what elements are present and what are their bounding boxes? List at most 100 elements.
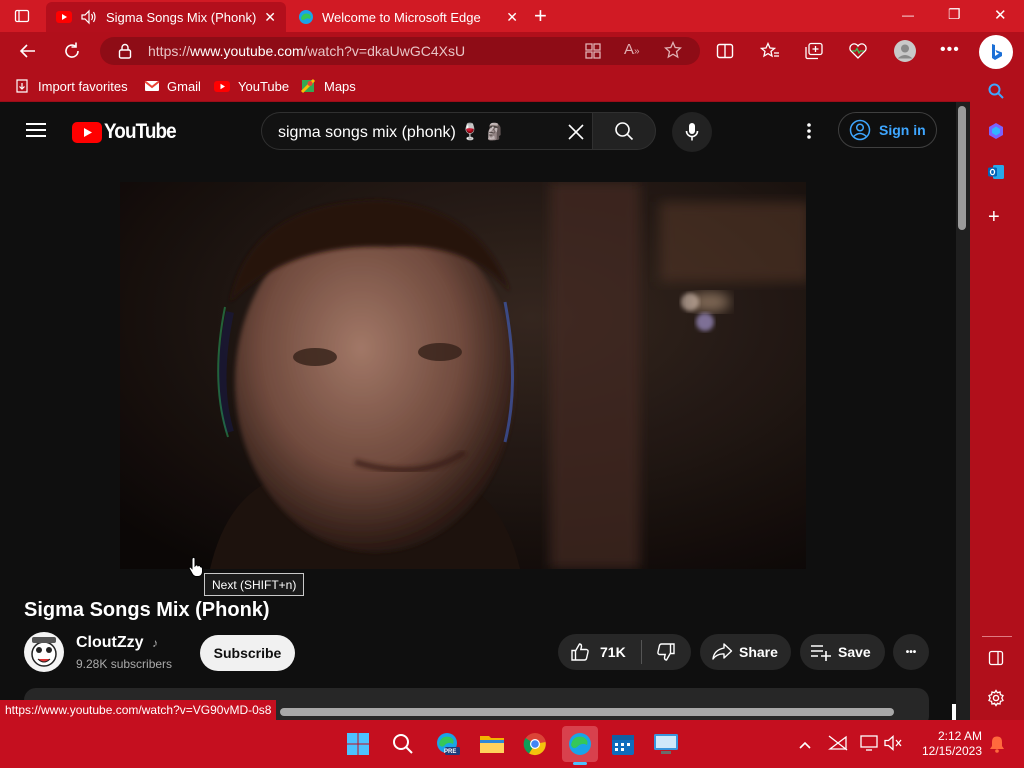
lock-icon[interactable] <box>118 43 132 64</box>
close-window-button[interactable]: ✕ <box>994 6 1007 24</box>
sidebar-add-icon[interactable]: + <box>988 206 1000 229</box>
share-arrow-icon <box>711 642 733 662</box>
clock-date: 12/15/2023 <box>921 744 982 758</box>
calendar-icon[interactable] <box>607 728 639 760</box>
voice-search-button[interactable] <box>672 112 712 152</box>
edge-beta-badge: PRE <box>444 749 457 755</box>
url-prefix: https:// <box>148 43 191 59</box>
favorite-label: YouTube <box>238 78 290 94</box>
chrome-icon[interactable] <box>519 728 551 760</box>
youtube-logo-text: YouTube <box>104 120 177 143</box>
search-box[interactable]: sigma songs mix (phonk) 🍷 🗿 <box>261 112 593 150</box>
search-input[interactable]: sigma songs mix (phonk) 🍷 🗿 <box>278 122 505 142</box>
sidebar-copilot-icon[interactable] <box>987 122 1005 145</box>
url-text[interactable]: https://www.youtube.com/watch?v=dkaUwGC4… <box>148 43 465 59</box>
channel-name-text: CloutZzy <box>76 634 144 651</box>
horizontal-scrollbar[interactable] <box>280 708 894 716</box>
sidebar-divider <box>982 636 1012 637</box>
remote-desktop-icon[interactable] <box>650 728 682 760</box>
like-count: 71K <box>600 644 626 660</box>
music-note-icon: ♪ <box>152 636 158 650</box>
gmail-icon <box>144 78 160 94</box>
more-actions-button[interactable]: ••• <box>893 634 929 670</box>
network-offline-icon[interactable] <box>828 735 848 756</box>
maps-icon <box>300 78 316 94</box>
share-button[interactable]: Share <box>700 634 791 670</box>
file-explorer-icon[interactable] <box>476 728 508 760</box>
collections-icon[interactable] <box>804 42 824 65</box>
split-screen-icon[interactable] <box>716 42 734 65</box>
dislike-button[interactable] <box>642 634 690 670</box>
favorite-star-icon[interactable] <box>663 40 683 64</box>
favorite-youtube[interactable]: YouTube <box>214 76 289 96</box>
restore-button[interactable]: ❐ <box>948 6 961 23</box>
close-tab-icon[interactable]: ✕ <box>506 9 518 26</box>
back-arrow-icon[interactable] <box>18 41 38 66</box>
channel-name[interactable]: CloutZzy ♪ <box>76 634 158 652</box>
tab-sigma-songs[interactable]: Sigma Songs Mix (Phonk) - ✕ <box>46 2 286 32</box>
hide-sidebar-icon[interactable] <box>988 650 1004 671</box>
app-available-icon[interactable] <box>584 42 602 65</box>
status-url: https://www.youtube.com/watch?v=VG90vMD-… <box>0 700 277 720</box>
copilot-icon[interactable] <box>979 35 1013 69</box>
edge-beta-icon[interactable]: PRE <box>432 728 464 760</box>
start-windows-icon[interactable] <box>342 728 374 760</box>
clock[interactable]: 2:12 AM 12/15/2023 <box>912 729 982 759</box>
speaker-icon[interactable] <box>80 9 98 25</box>
favorite-maps[interactable]: Maps <box>300 76 356 96</box>
read-aloud-icon[interactable]: A» <box>624 41 640 58</box>
save-label: Save <box>838 644 871 660</box>
settings-more-icon[interactable]: ••• <box>940 41 960 59</box>
edge-favicon-icon <box>298 9 314 25</box>
sidebar-outlook-icon[interactable] <box>987 163 1005 186</box>
save-button[interactable]: Save <box>800 634 885 670</box>
favorites-import[interactable]: Import favorites <box>14 76 128 96</box>
taskbar-search-icon[interactable] <box>387 728 419 760</box>
sidebar-settings-gear-icon[interactable] <box>987 689 1005 712</box>
youtube-logo[interactable]: YouTube <box>72 120 184 144</box>
settings-kebab-icon[interactable] <box>806 122 812 145</box>
like-dislike-group: 71K <box>558 634 691 670</box>
favorites-icon[interactable] <box>759 41 780 65</box>
channel-avatar[interactable] <box>24 632 64 672</box>
video-player[interactable] <box>120 182 806 569</box>
tab-title: Sigma Songs Mix (Phonk) - <box>106 9 256 25</box>
playlist-add-icon <box>810 642 832 662</box>
thumbs-down-icon <box>656 642 676 662</box>
edge-taskbar-icon[interactable] <box>562 726 598 762</box>
favorite-label: Import favorites <box>38 78 128 94</box>
volume-muted-icon[interactable] <box>884 735 904 756</box>
sign-in-button[interactable]: Sign in <box>838 112 937 148</box>
import-favorites-icon <box>14 78 30 94</box>
like-button[interactable]: 71K <box>558 634 641 670</box>
sign-in-label: Sign in <box>879 122 926 138</box>
favorite-gmail[interactable]: Gmail <box>144 76 201 96</box>
refresh-icon[interactable] <box>62 41 82 66</box>
notification-bell-icon[interactable] <box>988 735 1006 758</box>
youtube-page[interactable]: YouTube sigma songs mix (phonk) 🍷 🗿 Sign… <box>0 102 956 720</box>
new-tab-button[interactable]: + <box>534 3 547 29</box>
sidebar-search-icon[interactable] <box>987 82 1005 105</box>
page-scrollbar-thumb[interactable] <box>958 106 966 230</box>
guide-menu-icon[interactable] <box>26 122 46 143</box>
close-tab-icon[interactable]: ✕ <box>264 9 276 26</box>
minimize-button[interactable]: — <box>902 8 914 22</box>
microphone-icon <box>685 122 699 142</box>
clear-search-icon[interactable] <box>567 123 585 146</box>
search-icon <box>614 121 634 141</box>
edge-active-indicator <box>573 762 587 765</box>
profile-avatar-icon[interactable] <box>893 39 917 68</box>
browser-essentials-icon[interactable] <box>848 42 868 65</box>
video-frame <box>120 182 806 569</box>
display-icon[interactable] <box>860 735 878 756</box>
clock-time: 2:12 AM <box>937 729 982 743</box>
youtube-favicon-icon <box>56 9 72 25</box>
url-path: /watch?v=dkaUwGC4XsU <box>303 43 466 59</box>
tab-welcome-edge[interactable]: Welcome to Microsoft Edge ✕ <box>288 2 528 32</box>
show-hidden-icons-chevron[interactable] <box>798 737 812 755</box>
search-button[interactable] <box>592 112 656 150</box>
subscribe-button[interactable]: Subscribe <box>200 635 295 671</box>
youtube-logo-icon <box>72 121 102 143</box>
thumbs-up-icon <box>570 642 590 662</box>
tab-actions-icon[interactable] <box>14 8 30 24</box>
